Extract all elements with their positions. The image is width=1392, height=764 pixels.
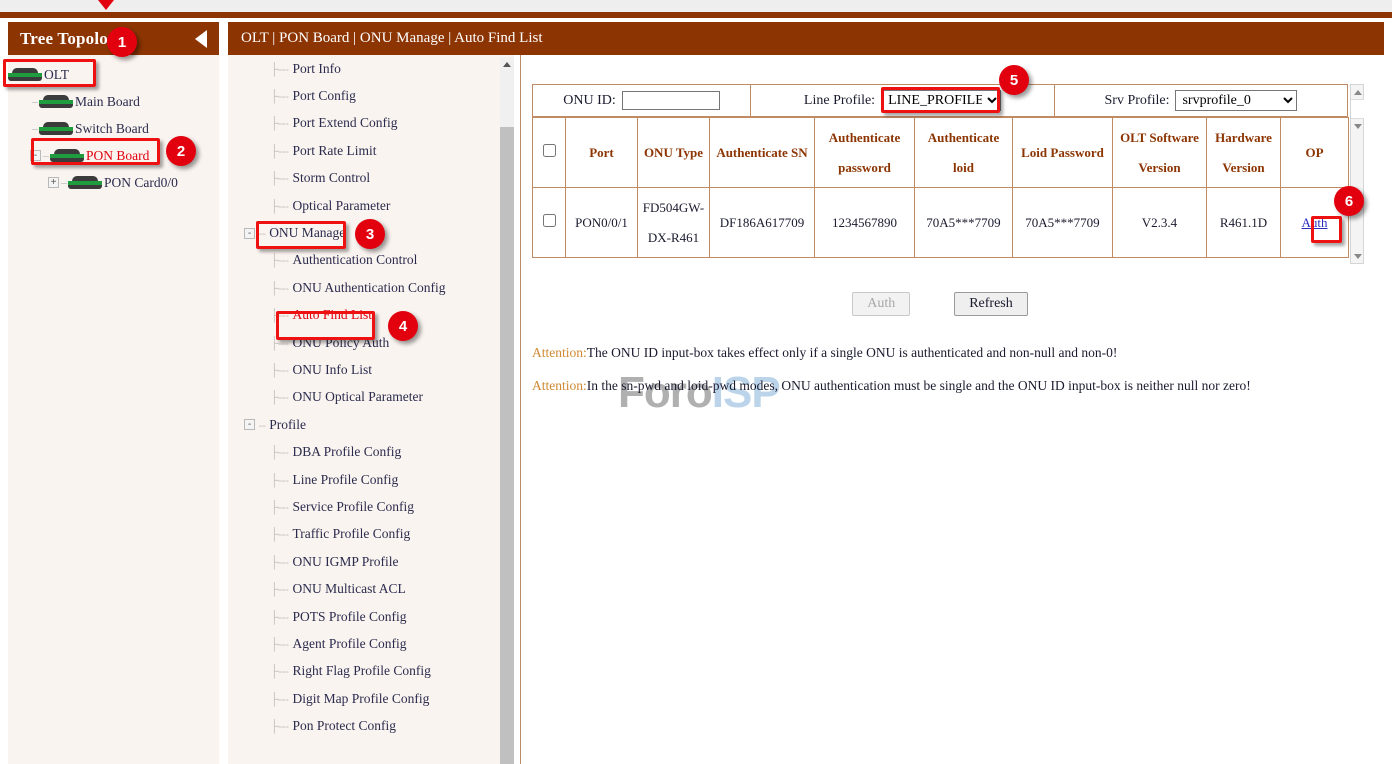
table-header-cell: Authenticate SN bbox=[710, 118, 815, 188]
tree-topology-body: OLT –Main Board –Switch Board-–PON Board… bbox=[8, 55, 219, 196]
table-header-line: ONU Type bbox=[640, 138, 707, 168]
tree-node-label: OLT bbox=[44, 67, 69, 83]
table-header-cell: OLT SoftwareVersion bbox=[1113, 118, 1207, 188]
auto-find-table-wrapper: PortONU TypeAuthenticate SNAuthenticatep… bbox=[532, 117, 1348, 258]
action-button-row: Auth Refresh bbox=[532, 292, 1348, 316]
table-header-row: PortONU TypeAuthenticate SNAuthenticatep… bbox=[533, 118, 1349, 188]
table-scroll-bottom-icon[interactable] bbox=[1351, 249, 1364, 263]
tree-node[interactable]: – Main Board bbox=[8, 88, 219, 115]
table-header-line: password bbox=[817, 153, 912, 183]
table-body: PON0/0/1FD504GW-DX-R461DF186A61770912345… bbox=[533, 188, 1349, 258]
line-profile-select[interactable]: LINE_PROFILE bbox=[881, 90, 1001, 111]
srv-profile-label: Srv Profile: bbox=[1105, 93, 1170, 109]
auth-link[interactable]: Auth bbox=[1302, 215, 1328, 230]
tree-node[interactable]: OLT bbox=[8, 61, 219, 88]
refresh-button[interactable]: Refresh bbox=[954, 292, 1028, 316]
table-header-cell: ONU Type bbox=[638, 118, 710, 188]
table-header-line: Loid Password bbox=[1015, 138, 1110, 168]
device-icon bbox=[50, 149, 84, 162]
filter-bar: ONU ID: Line Profile: LINE_PROFILE Srv P… bbox=[532, 84, 1348, 117]
tree-node-label: PON Board bbox=[86, 148, 149, 164]
table-scroll-up-icon[interactable] bbox=[1351, 85, 1364, 99]
table-header-line: Authenticate bbox=[817, 123, 912, 153]
table-header-line: Authenticate SN bbox=[712, 138, 812, 168]
table-header-cell: OP bbox=[1281, 118, 1349, 188]
row-checkbox[interactable] bbox=[543, 214, 556, 227]
breadcrumb: OLT | PON Board | ONU Manage | Auto Find… bbox=[228, 22, 1384, 55]
tree-node-label: Main Board bbox=[75, 94, 140, 110]
table-row[interactable]: PON0/0/1FD504GW-DX-R461DF186A61770912345… bbox=[533, 188, 1349, 258]
attention-keyword-1: Attention: bbox=[532, 345, 587, 360]
top-brand-rule bbox=[0, 12, 1392, 18]
tree-node[interactable]: +– PON Card0/0 bbox=[8, 169, 219, 196]
device-icon bbox=[68, 176, 102, 189]
cell-onu-type: FD504GW-DX-R461 bbox=[638, 188, 710, 258]
onu-id-field-group: ONU ID: bbox=[533, 85, 751, 116]
tree-branch-line: – bbox=[30, 121, 37, 136]
attention-text-2: In the sn-pwd and loid-pwd modes, ONU au… bbox=[587, 378, 1251, 393]
table-scrollbar[interactable] bbox=[1350, 84, 1364, 264]
table-header-cell: Authenticatepassword bbox=[815, 118, 915, 188]
tree-node-label: Switch Board bbox=[75, 121, 149, 137]
attention-note-1: Attention:The ONU ID input-box takes eff… bbox=[532, 345, 1117, 361]
row-select-cell bbox=[533, 188, 566, 258]
cell-authenticate-loid: 70A5***7709 bbox=[915, 188, 1013, 258]
annotation-badge-3: 3 bbox=[355, 219, 385, 249]
tree-branch-line: – bbox=[61, 175, 66, 190]
annotation-badge-2: 2 bbox=[166, 136, 196, 166]
device-icon bbox=[8, 68, 42, 81]
device-icon bbox=[39, 122, 73, 135]
attention-note-2: Attention:In the sn-pwd and loid-pwd mod… bbox=[532, 378, 1251, 394]
attention-text-1: The ONU ID input-box takes effect only i… bbox=[587, 345, 1118, 360]
table-scrollbar-thumb[interactable] bbox=[1351, 99, 1364, 119]
table-header-line: OP bbox=[1283, 138, 1346, 168]
cell-port: PON0/0/1 bbox=[566, 188, 638, 258]
line-profile-label: Line Profile: bbox=[804, 93, 875, 109]
table-header-cell: Authenticateloid bbox=[915, 118, 1013, 188]
table-header-cell: Loid Password bbox=[1013, 118, 1113, 188]
onu-type-line: DX-R461 bbox=[640, 223, 707, 253]
tree-node-label: PON Card0/0 bbox=[104, 175, 178, 191]
annotation-badge-1: 1 bbox=[107, 27, 137, 57]
table-header-line: Hardware bbox=[1209, 123, 1278, 153]
cell-authenticate-password: 1234567890 bbox=[815, 188, 915, 258]
tree-topology-panel: Tree Topology OLT –Main Board –Switch Bo… bbox=[8, 22, 219, 764]
attention-keyword-2: Attention: bbox=[532, 378, 587, 393]
cell-olt-software-version: V2.3.4 bbox=[1113, 188, 1207, 258]
expand-toggle-icon[interactable]: + bbox=[48, 177, 59, 188]
srv-profile-select[interactable]: srvprofile_0 bbox=[1175, 90, 1297, 111]
select-all-header bbox=[533, 118, 566, 188]
tree-branch-line: – bbox=[30, 94, 37, 109]
auth-button[interactable]: Auth bbox=[852, 292, 910, 316]
collapse-toggle-icon[interactable]: - bbox=[30, 150, 41, 161]
table-header-line: OLT Software bbox=[1115, 123, 1204, 153]
red-pointer-icon bbox=[98, 0, 114, 10]
table-header-line: Version bbox=[1115, 153, 1204, 183]
srv-profile-field-group: Srv Profile: srvprofile_0 bbox=[1055, 85, 1347, 116]
onu-id-label: ONU ID: bbox=[563, 93, 616, 109]
triangle-left-icon[interactable] bbox=[195, 30, 207, 48]
app-root: Tree Topology OLT –Main Board –Switch Bo… bbox=[0, 0, 1392, 764]
onu-type-line: FD504GW- bbox=[640, 193, 707, 223]
table-header-cell: HardwareVersion bbox=[1207, 118, 1281, 188]
annotation-badge-5: 5 bbox=[999, 65, 1029, 95]
cell-loid-password: 70A5***7709 bbox=[1013, 188, 1113, 258]
cell-authenticate-sn: DF186A617709 bbox=[710, 188, 815, 258]
cell-hardware-version: R461.1D bbox=[1207, 188, 1281, 258]
onu-id-input[interactable] bbox=[622, 91, 720, 110]
select-all-checkbox[interactable] bbox=[543, 144, 556, 157]
table-header-cell: Port bbox=[566, 118, 638, 188]
table-header-line: Version bbox=[1209, 153, 1278, 183]
tree-branch-line: – bbox=[43, 148, 48, 163]
table-scroll-down-icon[interactable] bbox=[1351, 119, 1364, 133]
top-strip bbox=[0, 0, 1392, 12]
annotation-badge-6: 6 bbox=[1334, 186, 1364, 216]
device-icon bbox=[39, 95, 73, 108]
table-header-line: Port bbox=[568, 138, 635, 168]
annotation-badge-4: 4 bbox=[388, 311, 418, 341]
table-header-line: Authenticate bbox=[917, 123, 1010, 153]
auto-find-table: PortONU TypeAuthenticate SNAuthenticatep… bbox=[532, 117, 1349, 258]
table-header-line: loid bbox=[917, 153, 1010, 183]
